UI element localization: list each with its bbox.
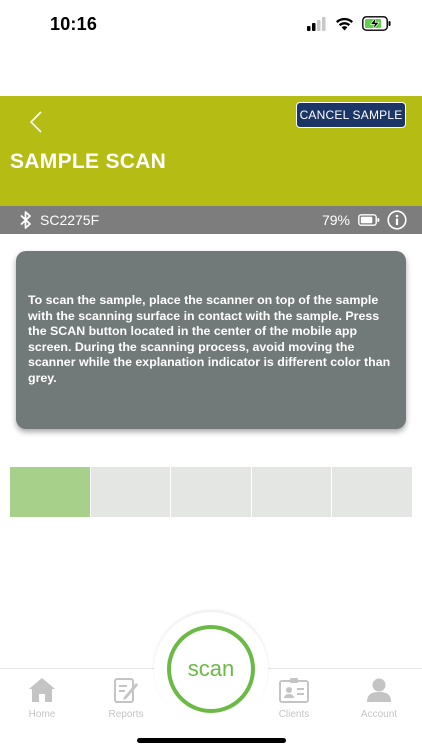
home-indicator [137, 738, 286, 743]
back-button[interactable] [20, 106, 52, 138]
progress-segment [251, 467, 332, 517]
tab-home-label: Home [28, 709, 56, 720]
battery-charging-icon [362, 16, 391, 31]
status-time: 10:16 [50, 14, 98, 34]
cancel-sample-button[interactable]: CANCEL SAMPLE [296, 102, 406, 128]
scan-progress-indicator [10, 467, 412, 517]
page-title: SAMPLE SCAN [10, 150, 167, 173]
scan-button[interactable]: scan [167, 625, 255, 713]
tab-clients-label: Clients [278, 709, 310, 720]
account-icon [364, 675, 394, 705]
home-icon [27, 675, 57, 705]
progress-segment [10, 467, 90, 517]
tab-home[interactable]: Home [7, 675, 77, 720]
progress-segment [90, 467, 171, 517]
clients-icon [279, 675, 309, 705]
status-bar: 10:16 [0, 0, 422, 50]
scan-button-label: scan [187, 656, 235, 681]
info-icon[interactable] [387, 210, 407, 230]
status-icons [307, 16, 392, 31]
tab-account-label: Account [360, 709, 398, 720]
device-id: SC2275F [40, 212, 100, 228]
header-bar: CANCEL SAMPLE SAMPLE SCAN [0, 96, 422, 206]
device-battery-icon [358, 214, 380, 226]
progress-segment [171, 467, 251, 517]
reports-icon [111, 675, 141, 705]
tab-account[interactable]: Account [344, 675, 414, 720]
tab-clients[interactable]: Clients [259, 675, 329, 720]
device-battery-level: 79% [321, 212, 350, 228]
progress-segment [332, 467, 412, 517]
tab-reports-label: Reports [108, 709, 144, 720]
chevron-left-icon [29, 111, 42, 133]
tab-reports[interactable]: Reports [91, 675, 161, 720]
instruction-text: To scan the sample, place the scanner on… [28, 293, 391, 385]
cellular-signal-icon [307, 16, 326, 31]
wifi-icon [336, 17, 353, 30]
bluetooth-icon [20, 211, 31, 229]
device-status-bar: SC2275F 79% [0, 206, 422, 234]
instruction-card: To scan the sample, place the scanner on… [16, 251, 406, 429]
